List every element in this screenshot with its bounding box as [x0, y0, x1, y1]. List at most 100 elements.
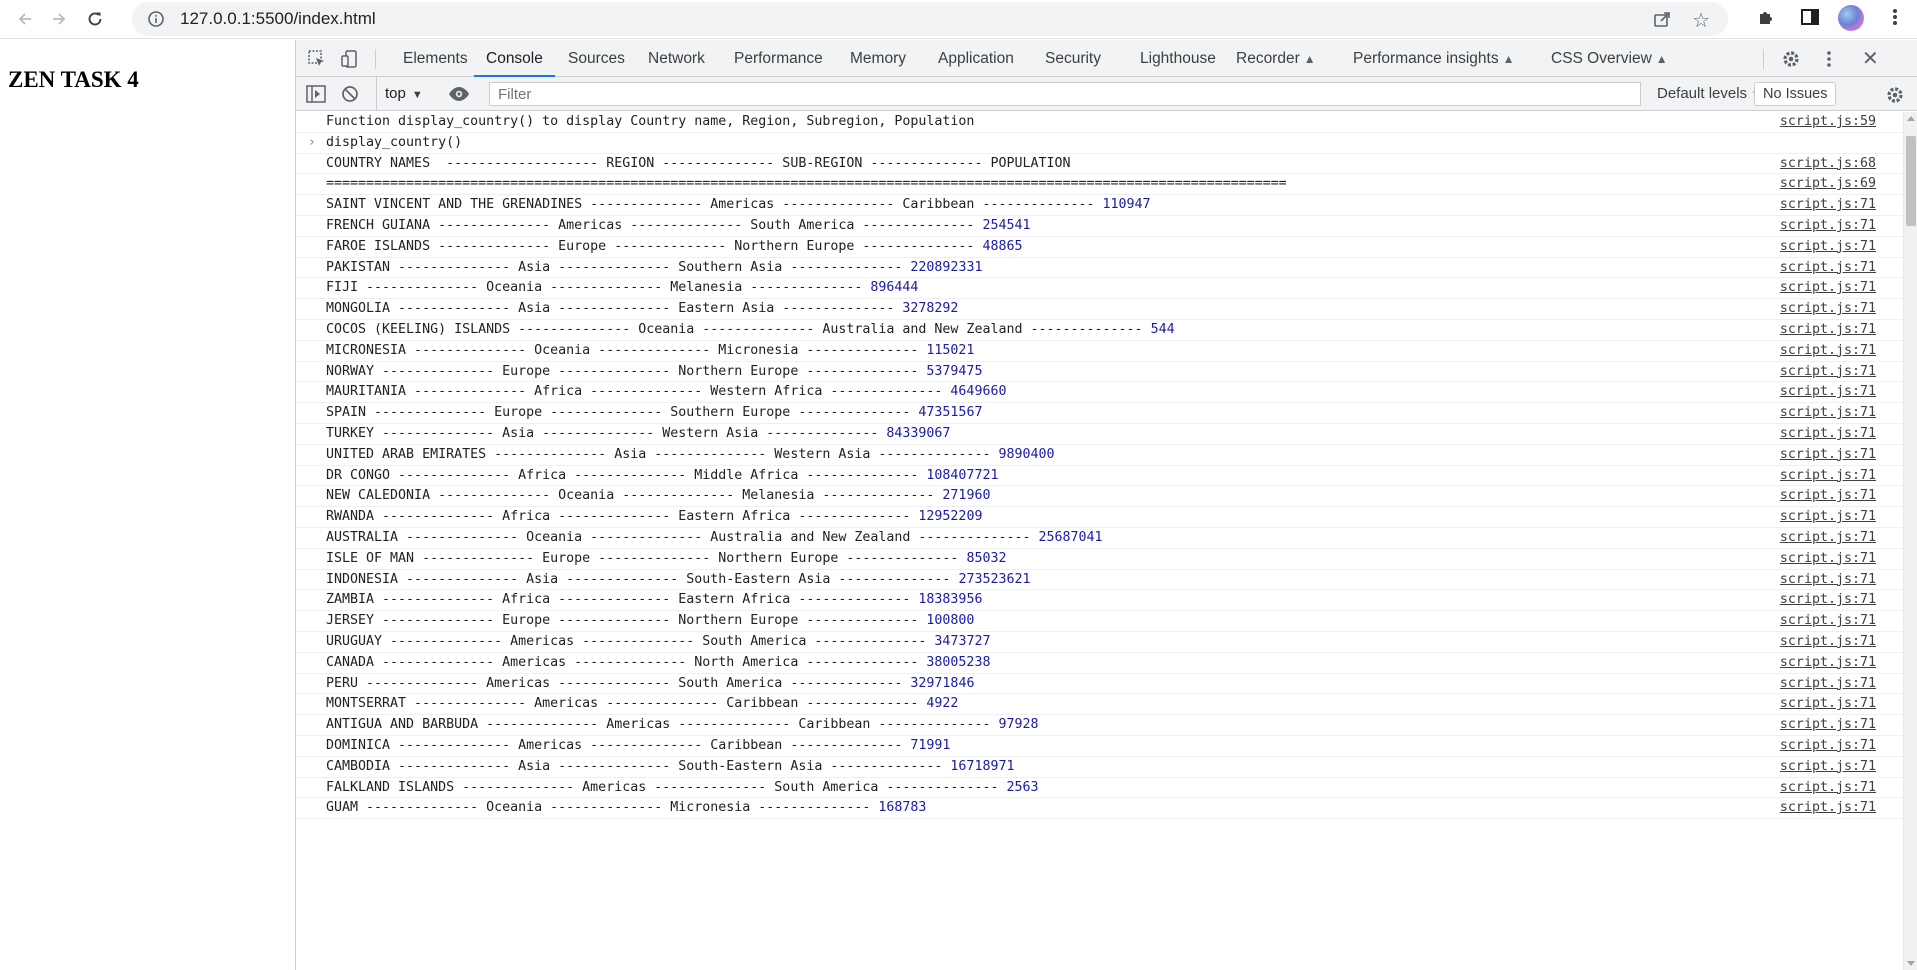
console-log-text: Function display_country() to display Co…: [326, 112, 974, 132]
console-log-row: DR CONGO -------------- Africa ---------…: [296, 466, 1903, 487]
tab-recorder[interactable]: Recorder ▲: [1224, 40, 1328, 77]
console-log-message: CANADA -------------- Americas ---------…: [326, 654, 927, 670]
source-link[interactable]: script.js:68: [1780, 154, 1876, 174]
source-link[interactable]: script.js:71: [1780, 216, 1876, 236]
tab-css-overview-label: CSS Overview: [1551, 50, 1652, 67]
source-link[interactable]: script.js:71: [1780, 611, 1876, 631]
console-log-message: FIJI -------------- Oceania ------------…: [326, 280, 871, 296]
url-text[interactable]: 127.0.0.1:5500/index.html: [180, 9, 376, 29]
bookmark-star-icon[interactable]: ☆: [1692, 8, 1710, 33]
source-link[interactable]: script.js:71: [1780, 632, 1876, 652]
console-scrollbar[interactable]: [1903, 112, 1917, 970]
extensions-puzzle-icon[interactable]: [1756, 6, 1778, 33]
back-button[interactable]: [9, 3, 41, 35]
log-levels-label: Default levels: [1657, 85, 1748, 102]
tab-network[interactable]: Network: [636, 40, 717, 77]
devtools-menu-icon[interactable]: [1824, 49, 1834, 74]
population-value: 48865: [982, 238, 1023, 254]
console-settings-gear-icon[interactable]: [1885, 85, 1905, 110]
source-link[interactable]: script.js:71: [1780, 424, 1876, 444]
tab-security[interactable]: Security: [1033, 40, 1113, 77]
console-filter-input[interactable]: [489, 82, 1641, 106]
source-link[interactable]: script.js:71: [1780, 362, 1876, 382]
tab-lighthouse[interactable]: Lighthouse: [1128, 40, 1228, 77]
inspect-element-icon[interactable]: [307, 49, 327, 74]
side-panel-icon[interactable]: [1799, 6, 1821, 33]
browser-menu-icon[interactable]: [1885, 6, 1905, 33]
clear-console-icon[interactable]: [341, 85, 359, 108]
console-log-message: TURKEY -------------- Asia -------------…: [326, 425, 887, 441]
profile-avatar[interactable]: [1838, 5, 1864, 31]
scroll-up-arrow-icon[interactable]: [1907, 116, 1915, 121]
source-link[interactable]: script.js:69: [1780, 174, 1876, 194]
source-link[interactable]: script.js:71: [1780, 237, 1876, 257]
share-icon[interactable]: [1652, 9, 1672, 34]
source-link[interactable]: script.js:71: [1780, 403, 1876, 423]
source-link[interactable]: script.js:71: [1780, 445, 1876, 465]
console-log-message: URUGUAY -------------- Americas --------…: [326, 633, 935, 649]
tab-css-overview[interactable]: CSS Overview ▲: [1539, 40, 1680, 77]
tab-elements[interactable]: Elements: [391, 40, 480, 77]
console-log-message: ANTIGUA AND BARBUDA -------------- Ameri…: [326, 717, 999, 733]
console-log-row: FAROE ISLANDS -------------- Europe ----…: [296, 237, 1903, 258]
console-log-text: PAKISTAN -------------- Asia -----------…: [326, 258, 982, 278]
console-log-row: MICRONESIA -------------- Oceania ------…: [296, 341, 1903, 362]
settings-gear-icon[interactable]: [1781, 49, 1801, 74]
scrollbar-thumb[interactable]: [1906, 136, 1916, 226]
tab-performance[interactable]: Performance: [722, 40, 835, 77]
tab-performance-insights[interactable]: Performance insights ▲: [1341, 40, 1526, 77]
console-log-message: MONTSERRAT -------------- Americas -----…: [326, 696, 927, 712]
source-link[interactable]: script.js:71: [1780, 570, 1876, 590]
source-link[interactable]: script.js:71: [1780, 694, 1876, 714]
source-link[interactable]: script.js:71: [1780, 258, 1876, 278]
context-selector[interactable]: top ▼: [376, 77, 436, 111]
source-link[interactable]: script.js:71: [1780, 320, 1876, 340]
source-link[interactable]: script.js:71: [1780, 341, 1876, 361]
source-link[interactable]: script.js:71: [1780, 653, 1876, 673]
console-sidebar-toggle-icon[interactable]: [306, 85, 326, 108]
source-link[interactable]: script.js:71: [1780, 299, 1876, 319]
tab-memory[interactable]: Memory: [838, 40, 918, 77]
source-link[interactable]: script.js:71: [1780, 528, 1876, 548]
address-bar[interactable]: 127.0.0.1:5500/index.html ☆: [132, 2, 1728, 36]
forward-button[interactable]: [43, 3, 75, 35]
tab-sources[interactable]: Sources: [556, 40, 637, 77]
console-log-message: NEW CALEDONIA -------------- Oceania ---…: [326, 488, 943, 504]
source-link[interactable]: script.js:71: [1780, 736, 1876, 756]
console-log-message: PERU -------------- Americas -----------…: [326, 675, 911, 691]
source-link[interactable]: script.js:71: [1780, 757, 1876, 777]
console-log-message: RWANDA -------------- Africa -----------…: [326, 509, 919, 525]
live-expression-eye-icon[interactable]: [448, 85, 470, 108]
close-icon[interactable]: ✕: [1862, 46, 1879, 71]
console-log-text: RWANDA -------------- Africa -----------…: [326, 507, 982, 527]
source-link[interactable]: script.js:71: [1780, 382, 1876, 402]
tab-application[interactable]: Application: [926, 40, 1026, 77]
site-info-icon[interactable]: [146, 9, 166, 29]
console-log-message: JERSEY -------------- Europe -----------…: [326, 613, 927, 629]
console-log-row: Function display_country() to display Co…: [296, 112, 1903, 133]
source-link[interactable]: script.js:59: [1780, 112, 1876, 132]
source-link[interactable]: script.js:71: [1780, 778, 1876, 798]
source-link[interactable]: script.js:71: [1780, 195, 1876, 215]
scroll-down-arrow-icon[interactable]: [1907, 961, 1915, 966]
device-toolbar-icon[interactable]: [340, 49, 360, 74]
population-value: 38005238: [926, 654, 991, 670]
source-link[interactable]: script.js:71: [1780, 549, 1876, 569]
source-link[interactable]: script.js:71: [1780, 486, 1876, 506]
source-link[interactable]: script.js:71: [1780, 674, 1876, 694]
console-log-text: FRENCH GUIANA -------------- Americas --…: [326, 216, 1031, 236]
source-link[interactable]: script.js:71: [1780, 507, 1876, 527]
issues-button[interactable]: No Issues: [1754, 82, 1837, 106]
source-link[interactable]: script.js:71: [1780, 798, 1876, 818]
source-link[interactable]: script.js:71: [1780, 715, 1876, 735]
console-log-text: TURKEY -------------- Asia -------------…: [326, 424, 950, 444]
source-link[interactable]: script.js:71: [1780, 590, 1876, 610]
source-link[interactable]: script.js:71: [1780, 466, 1876, 486]
console-log-row: INDONESIA -------------- Asia ----------…: [296, 570, 1903, 591]
log-levels-dropdown[interactable]: Default levels▼: [1649, 77, 1770, 111]
source-link[interactable]: script.js:71: [1780, 278, 1876, 298]
tab-console[interactable]: Console: [474, 40, 555, 77]
reload-button[interactable]: [79, 3, 111, 35]
console-log-text: FAROE ISLANDS -------------- Europe ----…: [326, 237, 1022, 257]
page-viewport: ZEN TASK 4: [0, 40, 295, 970]
